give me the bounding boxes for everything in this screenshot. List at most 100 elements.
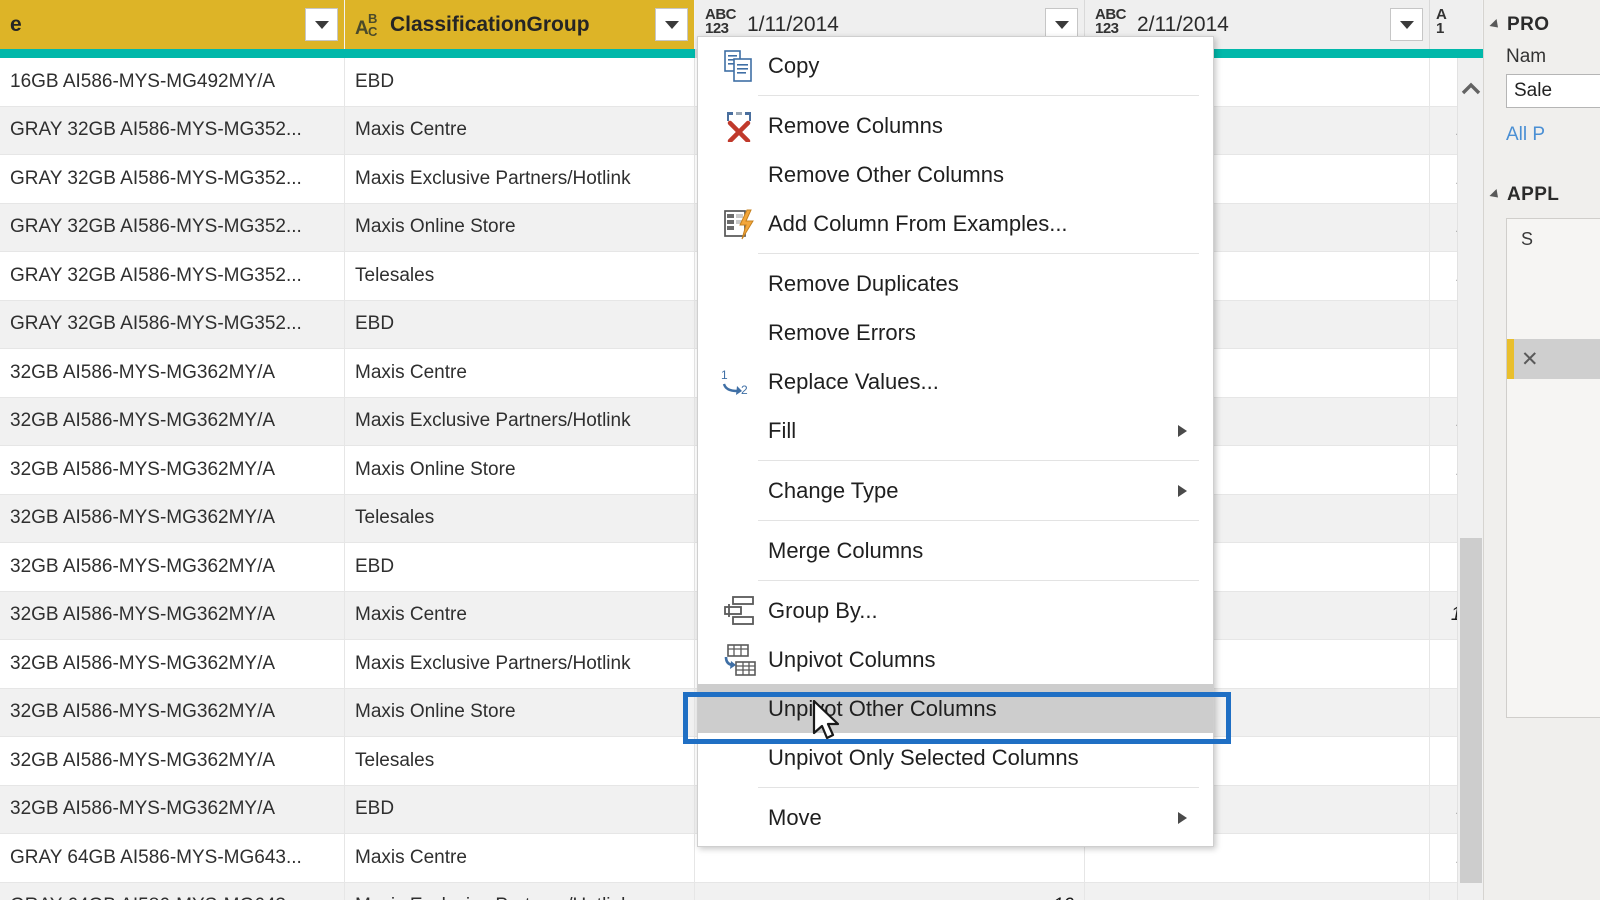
menu-item-label: Remove Columns (768, 112, 943, 138)
menu-item-label: Change Type (768, 477, 899, 503)
menu-item-merge-columns[interactable]: Merge Columns (698, 526, 1213, 575)
properties-section-header[interactable]: PRO (1484, 0, 1600, 36)
cell-product[interactable]: GRAY 64GB AI586-MYS-MG643 (0, 882, 345, 900)
column-header-label: 2/11/2014 (1137, 12, 1229, 36)
abc-text-icon: ABC (355, 10, 378, 39)
cell-classification[interactable]: Maxis Centre (345, 106, 695, 154)
cell-classification[interactable]: EBD (345, 785, 695, 833)
cell-product[interactable]: 32GB AI586-MYS-MG362MY/A (0, 737, 345, 785)
cell-classification[interactable]: Maxis Exclusive Partners/Hotlink (345, 155, 695, 203)
properties-section-title: PRO (1507, 14, 1550, 35)
cell-classification[interactable]: EBD (345, 543, 695, 591)
applied-step-label: S (1521, 228, 1534, 249)
scrollbar-thumb[interactable] (1460, 538, 1482, 883)
applied-step-item-selected[interactable]: ✕ (1507, 339, 1600, 379)
collapse-triangle-icon (1489, 188, 1502, 202)
applied-step-item[interactable] (1507, 299, 1600, 339)
cell-classification[interactable]: Maxis Centre (345, 834, 695, 882)
mouse-cursor-icon (812, 699, 842, 749)
menu-item-replace-values[interactable]: 1 2 Replace Values... (698, 357, 1213, 406)
menu-item-move[interactable]: Move (698, 793, 1213, 842)
menu-item-remove-duplicates[interactable]: Remove Duplicates (698, 259, 1213, 308)
column-header-label: 1/11/2014 (747, 12, 839, 36)
add-column-from-examples-icon (710, 208, 768, 240)
column-filter-dropdown-classification[interactable] (655, 8, 688, 41)
cell-date-2[interactable] (1085, 882, 1430, 900)
cell-product[interactable]: GRAY 32GB AI586-MYS-MG352... (0, 155, 345, 203)
cell-product[interactable]: 32GB AI586-MYS-MG362MY/A (0, 688, 345, 736)
menu-item-label: Move (768, 804, 822, 830)
column-header-date-3-11-2014[interactable]: A1 (1430, 0, 1483, 49)
menu-item-fill[interactable]: Fill (698, 406, 1213, 455)
submenu-arrow-icon (1178, 811, 1187, 824)
cell-product[interactable]: 32GB AI586-MYS-MG362MY/A (0, 640, 345, 688)
menu-item-change-type[interactable]: Change Type (698, 466, 1213, 515)
query-name-label: Nam (1506, 46, 1547, 67)
cell-product[interactable]: 16GB AI586-MYS-MG492MY/A (0, 58, 345, 106)
menu-separator (758, 520, 1199, 521)
cell-product[interactable]: GRAY 64GB AI586-MYS-MG643... (0, 834, 345, 882)
all-properties-link[interactable]: All P (1484, 108, 1600, 146)
table-row[interactable]: GRAY 64GB AI586-MYS-MG643Maxis Exclusive… (0, 882, 1483, 900)
query-name-input[interactable]: Sale (1506, 74, 1600, 108)
delete-step-icon[interactable]: ✕ (1521, 347, 1539, 372)
cell-date-1[interactable]: 10 (695, 882, 1085, 900)
power-query-editor-window: e ABC ClassificationGroup ABC 123 1/11/20… (0, 0, 1600, 900)
cell-classification[interactable]: EBD (345, 300, 695, 348)
selected-step-indicator (1507, 339, 1514, 379)
menu-item-label: Remove Other Columns (768, 161, 1004, 187)
cell-classification[interactable]: Maxis Online Store (345, 203, 695, 251)
applied-step-item[interactable]: S (1507, 219, 1600, 259)
cell-classification[interactable]: Maxis Online Store (345, 688, 695, 736)
applied-steps-list: S ✕ (1506, 218, 1600, 718)
cell-product[interactable]: GRAY 32GB AI586-MYS-MG352... (0, 203, 345, 251)
cell-product[interactable]: 32GB AI586-MYS-MG362MY/A (0, 349, 345, 397)
cell-classification[interactable]: Maxis Exclusive Partners/Hotlink (345, 397, 695, 445)
cell-product[interactable]: 32GB AI586-MYS-MG362MY/A (0, 397, 345, 445)
cell-classification[interactable]: Telesales (345, 494, 695, 542)
menu-item-copy[interactable]: Copy (698, 41, 1213, 90)
menu-item-label: Add Column From Examples... (768, 210, 1068, 236)
cell-classification[interactable]: Maxis Online Store (345, 446, 695, 494)
grid-vertical-scrollbar[interactable] (1457, 58, 1483, 900)
scroll-up-arrow-icon[interactable] (1458, 76, 1483, 102)
cell-classification[interactable]: Maxis Exclusive Partners/Hotlink (345, 640, 695, 688)
collapse-triangle-icon (1489, 18, 1502, 32)
cell-classification[interactable]: Maxis Exclusive Partners/Hotlink (345, 882, 695, 900)
cell-product[interactable]: GRAY 32GB AI586-MYS-MG352... (0, 300, 345, 348)
cell-product[interactable]: 32GB AI586-MYS-MG362MY/A (0, 543, 345, 591)
menu-item-remove-errors[interactable]: Remove Errors (698, 308, 1213, 357)
menu-item-unpivot-other-columns[interactable]: Unpivot Other Columns (698, 684, 1213, 733)
cell-product[interactable]: 32GB AI586-MYS-MG362MY/A (0, 446, 345, 494)
cell-classification[interactable]: EBD (345, 58, 695, 106)
menu-item-remove-columns[interactable]: Remove Columns (698, 101, 1213, 150)
menu-item-unpivot-columns[interactable]: Unpivot Columns (698, 635, 1213, 684)
menu-item-unpivot-only-selected-columns[interactable]: Unpivot Only Selected Columns (698, 733, 1213, 782)
cell-product[interactable]: 32GB AI586-MYS-MG362MY/A (0, 591, 345, 639)
cell-product[interactable]: GRAY 32GB AI586-MYS-MG352... (0, 252, 345, 300)
column-header-partial-product-name[interactable]: e (0, 0, 345, 49)
menu-item-group-by[interactable]: Group By... (698, 586, 1213, 635)
svg-text:2: 2 (741, 383, 748, 397)
cell-product[interactable]: 32GB AI586-MYS-MG362MY/A (0, 785, 345, 833)
menu-separator (758, 95, 1199, 96)
column-context-menu[interactable]: Copy Remove Columns Remove Other Columns Ad… (697, 36, 1214, 847)
group-by-icon (710, 595, 768, 626)
menu-item-remove-other-columns[interactable]: Remove Other Columns (698, 150, 1213, 199)
cell-classification[interactable]: Maxis Centre (345, 591, 695, 639)
cell-product[interactable]: GRAY 32GB AI586-MYS-MG352... (0, 106, 345, 154)
cell-classification[interactable]: Telesales (345, 252, 695, 300)
menu-item-add-column-from-examples[interactable]: Add Column From Examples... (698, 199, 1213, 248)
column-filter-dropdown-date2[interactable] (1390, 8, 1423, 41)
column-header-label: ClassificationGroup (390, 12, 590, 36)
menu-item-label: Copy (768, 52, 820, 78)
cell-classification[interactable]: Maxis Centre (345, 349, 695, 397)
cell-classification[interactable]: Telesales (345, 737, 695, 785)
column-filter-dropdown-product[interactable] (305, 8, 338, 41)
applied-steps-section-header[interactable]: APPL (1484, 146, 1600, 206)
column-header-classification-group[interactable]: ABC ClassificationGroup (345, 0, 695, 49)
cell-product[interactable]: 32GB AI586-MYS-MG362MY/A (0, 494, 345, 542)
svg-text:1: 1 (721, 368, 728, 382)
replace-values-icon: 12 (710, 366, 768, 398)
applied-step-item[interactable] (1507, 259, 1600, 299)
